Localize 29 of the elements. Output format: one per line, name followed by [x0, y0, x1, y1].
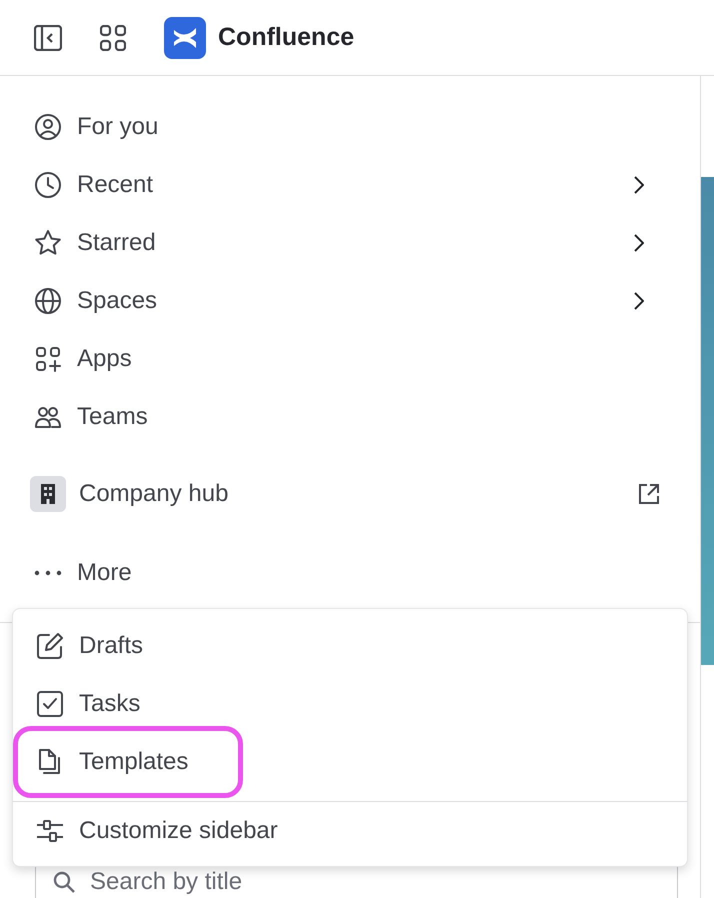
- building-icon: [30, 476, 66, 512]
- app-switcher-icon[interactable]: [100, 24, 126, 50]
- sliders-icon: [36, 817, 64, 845]
- globe-icon: [34, 287, 62, 315]
- nav-item[interactable]: Starred: [0, 214, 700, 272]
- menu-item[interactable]: Templates: [13, 726, 244, 798]
- search-icon: [52, 870, 76, 894]
- nav-item[interactable]: Teams: [0, 388, 700, 446]
- app-title: Confluence: [218, 23, 354, 52]
- nav-item[interactable]: Company hub: [0, 465, 700, 523]
- nav-item[interactable]: More: [0, 544, 700, 602]
- nav-item[interactable]: Spaces: [0, 272, 700, 330]
- person-icon: [34, 113, 62, 141]
- external-link-icon: [638, 483, 660, 505]
- more-icon: [34, 570, 62, 576]
- nav-item[interactable]: For you: [0, 98, 700, 156]
- menu-item[interactable]: Customize sidebar: [13, 795, 333, 867]
- sidebar-toggle-icon[interactable]: [34, 24, 62, 50]
- clock-icon: [34, 171, 62, 199]
- chevron-right-icon: [634, 234, 644, 252]
- chevron-right-icon: [634, 176, 644, 194]
- nav-item[interactable]: Apps: [0, 330, 700, 388]
- checkbox-icon: [36, 690, 64, 718]
- logo-icon[interactable]: [164, 16, 206, 58]
- star-icon: [34, 229, 62, 257]
- chevron-right-icon: [634, 292, 644, 310]
- pencil-icon: [36, 632, 64, 660]
- apps-icon: [34, 345, 62, 373]
- nav-item[interactable]: Recent: [0, 156, 700, 214]
